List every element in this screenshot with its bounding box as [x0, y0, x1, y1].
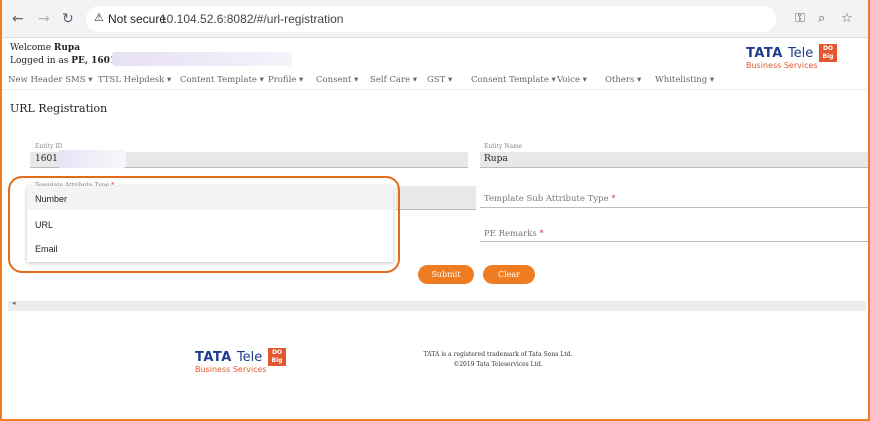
footer-brand-logo: TATA Tele Business Services DO Big	[195, 346, 290, 374]
menu-item-others[interactable]: Others ▾	[605, 75, 641, 85]
template-sub-attribute-placeholder: Template Sub Attribute Type	[484, 194, 609, 204]
menu-item-ttsl-helpdesk[interactable]: TTSL Helpdesk ▾	[98, 75, 171, 85]
forward-icon[interactable]: →	[38, 11, 50, 27]
menu-item-consent[interactable]: Consent ▾	[316, 75, 358, 85]
footer-logo-badge: DO Big	[268, 348, 286, 366]
template-attribute-select[interactable]	[396, 186, 476, 210]
template-sub-attribute-underline	[480, 207, 868, 208]
menu-item-content-template[interactable]: Content Template ▾	[180, 75, 264, 85]
redacted-area	[58, 150, 126, 168]
redacted-area	[112, 52, 292, 66]
address-bar[interactable]: ⚠ Not secure 10.104.52.6:8082/#/url-regi…	[86, 6, 776, 32]
welcome-prefix: Welcome	[10, 43, 54, 53]
badge-line1: DO	[822, 45, 834, 52]
entity-name-value: Rupa	[484, 154, 508, 164]
footer-copyright: ©2019 Tata Teleservices Ltd.	[453, 361, 543, 368]
template-sub-attribute-field[interactable]: Template Sub Attribute Type *	[484, 194, 615, 204]
security-label: Not secure	[108, 12, 167, 26]
entity-name-label: Entity Name	[484, 143, 523, 150]
reload-icon[interactable]: ↻	[62, 11, 74, 27]
pe-remarks-placeholder: PE Remarks	[484, 229, 537, 239]
menu-item-voice[interactable]: Voice ▾	[557, 75, 587, 85]
key-icon[interactable]: ⚿	[795, 11, 805, 26]
footer-badge-line2: Big	[271, 357, 283, 364]
brand-logo[interactable]: TATA Tele Business Services DO Big	[746, 42, 841, 70]
footer-text: TATA is a registered trademark of Tata S…	[418, 350, 578, 370]
logo-badge: DO Big	[819, 44, 837, 62]
welcome-block: Welcome Rupa Logged in as PE, 160150	[10, 42, 129, 68]
warning-icon: ⚠	[94, 11, 104, 24]
logo-brand-word: TATA	[746, 46, 783, 61]
pe-remarks-underline	[480, 241, 868, 242]
footer-logo-business-services: Business Services	[195, 365, 267, 374]
logo-business-services: Business Services	[746, 61, 818, 70]
footer-logo-tele-word: Tele	[236, 350, 263, 365]
page-title: URL Registration	[10, 102, 108, 115]
menu-item-consent-template[interactable]: Consent Template ▾	[471, 75, 556, 85]
logged-in-prefix: Logged in as	[10, 56, 72, 66]
logo-tele-word: Tele	[787, 46, 814, 61]
browser-toolbar: ← → ↻ ⚠ Not secure 10.104.52.6:8082/#/ur…	[0, 0, 870, 38]
menu-item-self-care[interactable]: Self Care ▾	[370, 75, 417, 85]
required-mark: *	[539, 229, 544, 239]
menu-item-gst[interactable]: GST ▾	[427, 75, 452, 85]
required-mark: *	[611, 194, 616, 204]
zoom-icon[interactable]: ⌕	[818, 11, 825, 26]
back-icon[interactable]: ←	[12, 11, 24, 27]
menu-item-profile[interactable]: Profile ▾	[268, 75, 303, 85]
submit-button[interactable]: Submit	[418, 265, 474, 284]
entity-id-label: Entity ID	[35, 143, 63, 150]
badge-line2: Big	[822, 53, 834, 60]
entity-id-value: 1601	[35, 154, 58, 164]
menu-item-whitelisting[interactable]: Whitelisting ▾	[655, 75, 714, 85]
menu-item-new-header-sms[interactable]: New Header SMS ▾	[8, 75, 93, 85]
footer-logo-brand-word: TATA	[195, 350, 232, 365]
entity-name-field	[480, 152, 868, 168]
main-menu: New Header SMS ▾ TTSL Helpdesk ▾ Content…	[0, 70, 870, 90]
footer-badge-line1: DO	[271, 349, 283, 356]
horizontal-scrollbar[interactable]: ◂	[8, 299, 866, 311]
user-name: Rupa	[53, 43, 81, 53]
footer-trademark: TATA is a registered trademark of Tata S…	[423, 351, 573, 358]
url-text[interactable]: 10.104.52.6:8082/#/url-registration	[160, 12, 343, 26]
pe-remarks-field[interactable]: PE Remarks *	[484, 229, 544, 239]
scroll-left-icon[interactable]: ◂	[12, 299, 16, 307]
clear-button[interactable]: Clear	[483, 265, 535, 284]
bookmark-star-icon[interactable]: ☆	[841, 11, 853, 26]
annotation-highlight-ring	[8, 176, 400, 273]
